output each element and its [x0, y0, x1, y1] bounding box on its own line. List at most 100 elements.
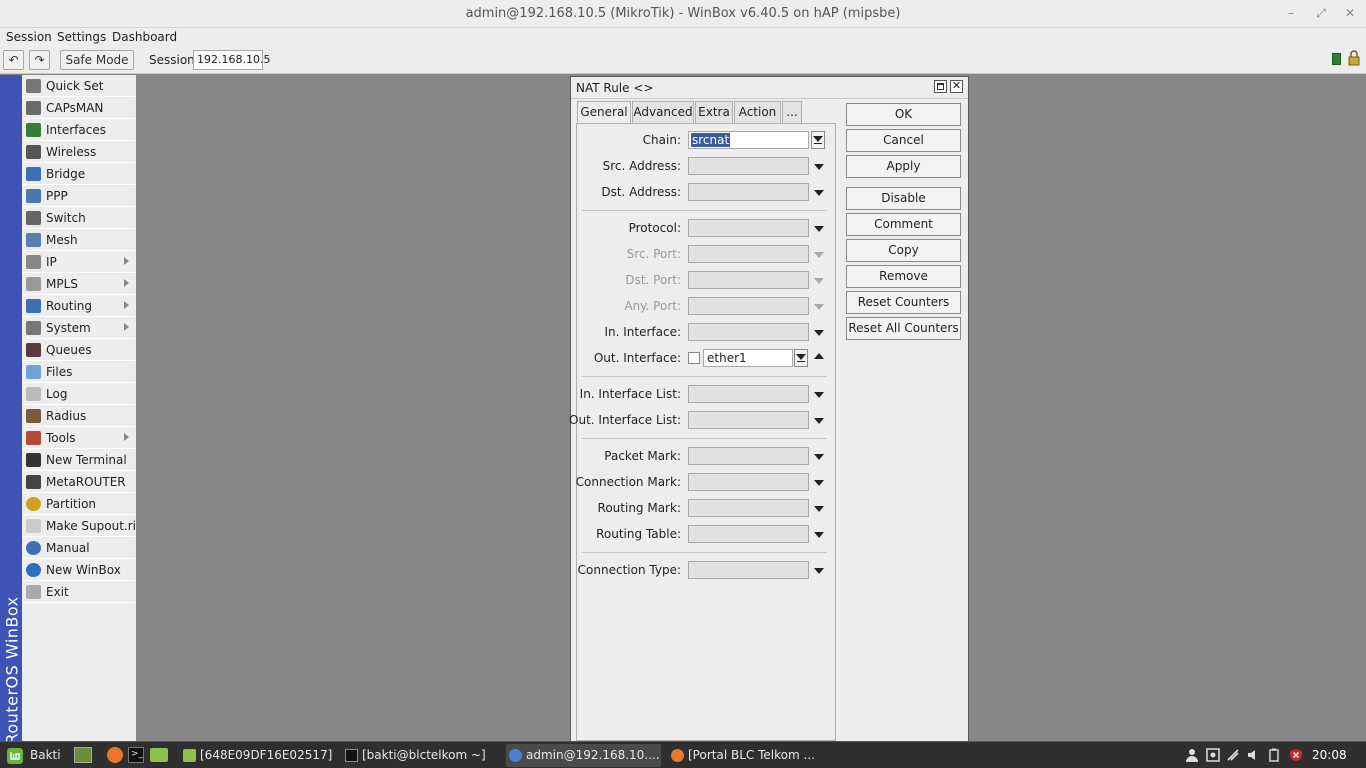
packet-mark-dropdown-icon[interactable]: [814, 454, 824, 460]
menu-session[interactable]: Session: [6, 30, 52, 44]
routing-table-input[interactable]: [688, 525, 809, 543]
out-interface-dropdown-button[interactable]: [794, 349, 808, 367]
volume-icon[interactable]: [1246, 748, 1260, 762]
src-address-input[interactable]: [688, 157, 809, 175]
out-interface-list-input[interactable]: [688, 411, 809, 429]
out-interface-negate-checkbox[interactable]: [688, 352, 700, 364]
tab-advanced[interactable]: Advanced: [632, 101, 694, 123]
connection-type-input[interactable]: [688, 561, 809, 579]
dialog-close-icon[interactable]: ✕: [950, 80, 963, 93]
chain-dropdown-button[interactable]: [811, 131, 825, 149]
sidebar-item-make-supout-rif[interactable]: Make Supout.rif: [22, 515, 140, 537]
tab-extra[interactable]: Extra: [695, 101, 733, 123]
sidebar-item-label: Bridge: [46, 167, 86, 181]
firefox-launcher-icon[interactable]: [107, 747, 123, 763]
routing-table-dropdown-icon[interactable]: [814, 532, 824, 538]
sidebar-item-metarouter[interactable]: MetaROUTER: [22, 471, 135, 493]
sidebar-item-files[interactable]: Files: [22, 361, 135, 383]
in-interface-dropdown-icon[interactable]: [814, 330, 824, 336]
dst-address-dropdown-icon[interactable]: [814, 190, 824, 196]
restore-icon[interactable]: ⤢: [1311, 4, 1331, 22]
taskbar-window-terminal[interactable]: [bakti@blctelkom ~]: [342, 744, 497, 767]
start-menu-button[interactable]: Bakti: [4, 744, 66, 767]
sidebar-item-queues[interactable]: Queues: [22, 339, 135, 361]
taskbar-window-folder[interactable]: [648E09DF16E02517]: [180, 744, 335, 767]
remove-button[interactable]: Remove: [846, 265, 961, 288]
submenu-arrow-icon: [124, 433, 129, 441]
minimize-icon[interactable]: –: [1281, 4, 1301, 22]
session-input[interactable]: 192.168.10.5: [193, 50, 270, 70]
tab-general[interactable]: General: [577, 101, 631, 124]
sidebar-item-wireless[interactable]: Wireless: [22, 141, 135, 163]
routing-mark-dropdown-icon[interactable]: [814, 506, 824, 512]
sidebar-item-interfaces[interactable]: Interfaces: [22, 119, 135, 141]
out-interface-input[interactable]: ether1: [703, 349, 793, 367]
sidebar-item-capsman[interactable]: CAPsMAN: [22, 97, 135, 119]
disable-button[interactable]: Disable: [846, 187, 961, 210]
sidebar-item-tools[interactable]: Tools: [22, 427, 135, 449]
packet-mark-input[interactable]: [688, 447, 809, 465]
src-address-dropdown-icon[interactable]: [814, 164, 824, 170]
chain-input[interactable]: srcnat: [688, 131, 809, 149]
connection-type-dropdown-icon[interactable]: [814, 568, 824, 574]
protocol-input[interactable]: [688, 219, 809, 237]
sidebar-item-log[interactable]: Log: [22, 383, 135, 405]
sidebar-item-new-winbox[interactable]: New WinBox: [22, 559, 135, 581]
battery-icon[interactable]: [1267, 748, 1281, 762]
sidebar-item-partition[interactable]: Partition: [22, 493, 135, 515]
menu-settings[interactable]: Settings: [57, 30, 106, 44]
sidebar-item-quick-set[interactable]: Quick Set: [22, 75, 135, 97]
sidebar-item-ppp[interactable]: PPP: [22, 185, 135, 207]
connection-type-label: Connection Type:: [577, 563, 681, 577]
taskbar-window-firefox[interactable]: [Portal BLC Telkom ...: [668, 744, 823, 767]
sidebar-item-system[interactable]: System: [22, 317, 135, 339]
safe-mode-button[interactable]: Safe Mode: [60, 50, 134, 70]
show-desktop-icon[interactable]: [74, 747, 92, 763]
menu-dashboard[interactable]: Dashboard: [112, 30, 177, 44]
routing-mark-input[interactable]: [688, 499, 809, 517]
sidebar-item-radius[interactable]: Radius: [22, 405, 135, 427]
in-interface-input[interactable]: [688, 323, 809, 341]
ok-button[interactable]: OK: [846, 103, 961, 126]
out-interface-remove-icon[interactable]: [814, 353, 824, 359]
user-icon[interactable]: [1185, 748, 1199, 762]
shield-alert-icon[interactable]: [1289, 748, 1303, 762]
start-label: Bakti: [30, 748, 61, 762]
redo-button[interactable]: ↷: [29, 50, 50, 70]
undo-button[interactable]: ↶: [3, 50, 24, 70]
connection-mark-dropdown-icon[interactable]: [814, 480, 824, 486]
reset-counters-button[interactable]: Reset Counters: [846, 291, 961, 314]
sidebar-item-ip[interactable]: IP: [22, 251, 135, 273]
in-interface-list-input[interactable]: [688, 385, 809, 403]
comment-button[interactable]: Comment: [846, 213, 961, 236]
in-interface-list-dropdown-icon[interactable]: [814, 392, 824, 398]
close-icon[interactable]: ✕: [1340, 4, 1360, 22]
sidebar-item-routing[interactable]: Routing: [22, 295, 135, 317]
sidebar-item-new-terminal[interactable]: New Terminal: [22, 449, 135, 471]
reset-all-counters-button[interactable]: Reset All Counters: [846, 317, 961, 340]
taskbar-window-label: [648E09DF16E02517]: [200, 748, 333, 762]
network-icon[interactable]: [1226, 748, 1240, 762]
cancel-button[interactable]: Cancel: [846, 129, 961, 152]
update-manager-icon[interactable]: [1206, 748, 1220, 762]
dst-address-input[interactable]: [688, 183, 809, 201]
dialog-maximize-icon[interactable]: [934, 80, 947, 93]
apply-button[interactable]: Apply: [846, 155, 961, 178]
tab-more[interactable]: ...: [782, 101, 802, 123]
sidebar-item-exit[interactable]: Exit: [22, 581, 135, 603]
out-interface-list-dropdown-icon[interactable]: [814, 418, 824, 424]
sidebar-item-switch[interactable]: Switch: [22, 207, 135, 229]
sidebar-item-label: System: [46, 321, 91, 335]
sidebar-item-mesh[interactable]: Mesh: [22, 229, 135, 251]
sidebar-item-manual[interactable]: Manual: [22, 537, 135, 559]
connection-mark-input[interactable]: [688, 473, 809, 491]
files-launcher-icon[interactable]: [150, 748, 168, 762]
sidebar-item-bridge[interactable]: Bridge: [22, 163, 135, 185]
sidebar-item-mpls[interactable]: MPLS: [22, 273, 135, 295]
in-interface-label: In. Interface:: [604, 325, 681, 339]
copy-button[interactable]: Copy: [846, 239, 961, 262]
tab-action[interactable]: Action: [734, 101, 781, 123]
protocol-dropdown-icon[interactable]: [814, 226, 824, 232]
terminal-launcher-icon[interactable]: >_: [128, 747, 144, 763]
taskbar-window-winbox[interactable]: admin@192.168.10....: [506, 744, 661, 767]
